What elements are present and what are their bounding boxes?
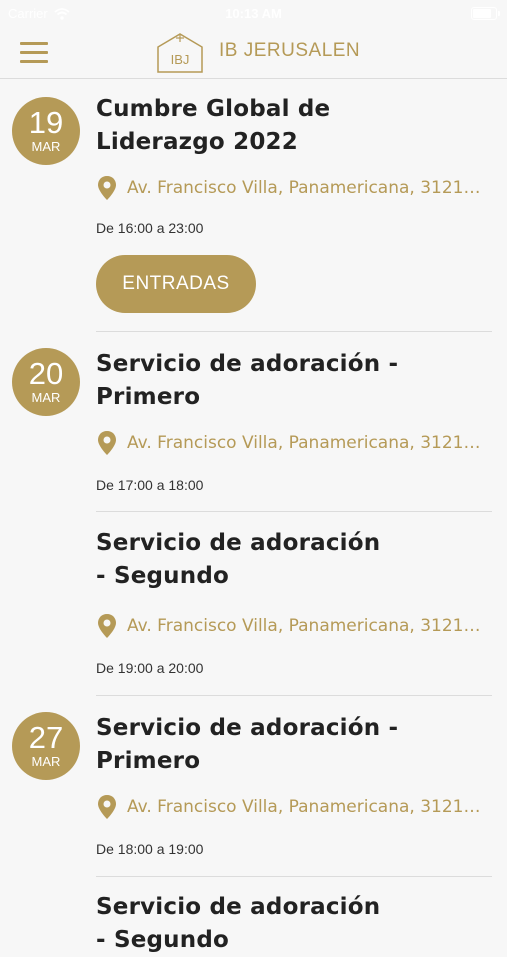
- event-title: Servicio de adoración - Primero: [96, 715, 399, 774]
- map-pin-icon: [98, 795, 116, 819]
- map-pin-icon: [98, 176, 116, 200]
- date-day: 27: [28, 720, 64, 755]
- app-header: IBJ IB JERUSALEN: [0, 28, 507, 79]
- menu-line: [20, 51, 48, 54]
- event-time: De 19:00 a 20:00: [96, 660, 204, 676]
- event-title: Cumbre Global de Liderazgo 2022: [96, 96, 331, 155]
- map-pin-icon: [98, 614, 116, 638]
- event-address: Av. Francisco Villa, Panamericana, 31210…: [127, 433, 481, 453]
- date-day: 20: [28, 356, 64, 391]
- event-title: Servicio de adoración - Segundo: [96, 530, 381, 589]
- event-time: De 17:00 a 18:00: [96, 477, 204, 493]
- menu-line: [20, 42, 48, 45]
- battery-icon: [471, 7, 500, 20]
- hamburger-menu-icon[interactable]: [20, 42, 48, 64]
- tickets-button[interactable]: ENTRADAS: [96, 255, 256, 313]
- logo-initials: IBJ: [171, 52, 190, 67]
- event-item[interactable]: Servicio de adoración - Segundo: [0, 877, 507, 957]
- date-badge: 27 MAR: [12, 712, 80, 780]
- date-month: MAR: [31, 139, 61, 154]
- event-address: Av. Francisco Villa, Panamericana, 31210…: [127, 178, 481, 198]
- event-item[interactable]: Servicio de adoración - Segundo Av. Fran…: [0, 512, 507, 676]
- date-month: MAR: [31, 754, 61, 769]
- date-month: MAR: [31, 390, 61, 405]
- event-location[interactable]: Av. Francisco Villa, Panamericana, 31210…: [96, 794, 492, 820]
- status-bar: Carrier 10:13 AM: [0, 0, 507, 28]
- date-badge: 19 MAR: [12, 97, 80, 165]
- event-item[interactable]: 27 MAR Servicio de adoración - Primero A…: [0, 696, 507, 857]
- brand-name: IB JERUSALEN: [219, 40, 361, 61]
- event-time: De 16:00 a 23:00: [96, 220, 204, 236]
- event-item[interactable]: 19 MAR Cumbre Global de Liderazgo 2022 A…: [0, 79, 507, 313]
- event-item[interactable]: 20 MAR Servicio de adoración - Primero A…: [0, 332, 507, 493]
- event-address: Av. Francisco Villa, Panamericana, 31210…: [127, 797, 481, 817]
- event-title: Servicio de adoración - Segundo: [96, 894, 381, 953]
- menu-line: [20, 60, 48, 63]
- church-logo-icon: IBJ: [157, 33, 203, 73]
- event-time: De 18:00 a 19:00: [96, 841, 204, 857]
- event-location[interactable]: Av. Francisco Villa, Panamericana, 31210…: [96, 175, 492, 201]
- status-time: 10:13 AM: [225, 6, 282, 21]
- map-pin-icon: [98, 431, 116, 455]
- event-location[interactable]: Av. Francisco Villa, Panamericana, 31210…: [96, 430, 492, 456]
- date-badge: 20 MAR: [12, 348, 80, 416]
- event-title: Servicio de adoración - Primero: [96, 351, 399, 410]
- battery-level: [473, 9, 491, 18]
- date-day: 19: [28, 105, 64, 140]
- events-feed: 19 MAR Cumbre Global de Liderazgo 2022 A…: [0, 79, 507, 957]
- event-location[interactable]: Av. Francisco Villa, Panamericana, 31210…: [96, 613, 492, 639]
- event-address: Av. Francisco Villa, Panamericana, 31210…: [127, 616, 481, 636]
